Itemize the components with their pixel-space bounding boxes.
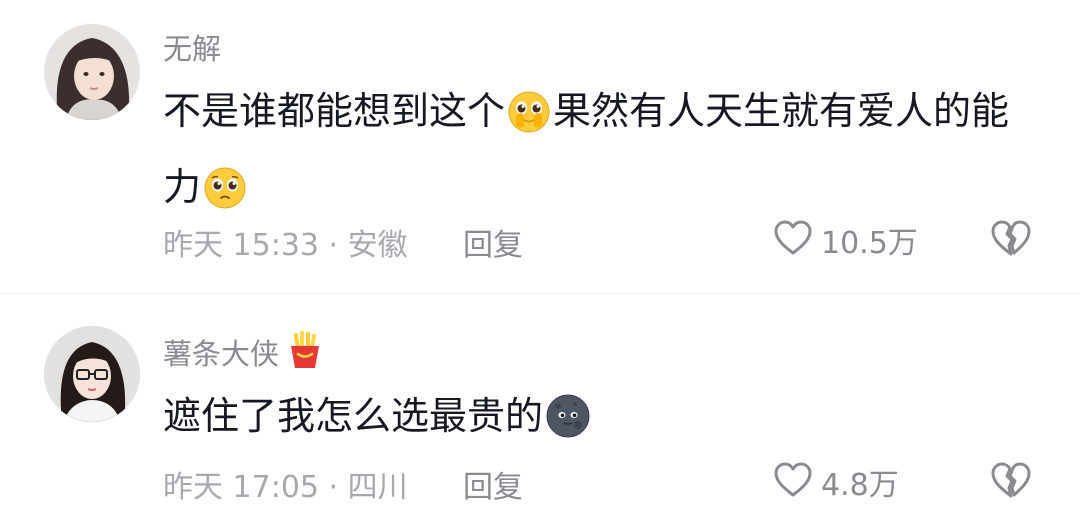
like-button[interactable]: 10.5万: [773, 218, 918, 262]
comment-text-part: 遮住了我怎么选最贵的: [163, 394, 544, 438]
dislike-button[interactable]: [990, 460, 1032, 504]
like-count: 4.8万: [821, 468, 899, 503]
username[interactable]: 无解: [163, 26, 221, 68]
pleading-cover-mouth-emoji: [507, 88, 551, 154]
divider: [0, 293, 1080, 294]
heart-icon: [773, 219, 813, 261]
avatar[interactable]: [44, 24, 140, 120]
reply-button[interactable]: 回复: [463, 220, 523, 264]
broken-heart-icon: [990, 220, 1032, 262]
comment-item: 薯条大侠 遮住了我怎么选最贵的 昨天 17:05 · 四川 回复 4.8万: [0, 300, 1080, 530]
comment-text: 遮住了我怎么选最贵的: [163, 383, 1043, 459]
username[interactable]: 薯条大侠: [163, 330, 325, 377]
dislike-button[interactable]: [990, 218, 1032, 262]
comment-time-location: 昨天 15:33 · 安徽: [163, 228, 408, 263]
comment-time-location: 昨天 17:05 · 四川: [163, 470, 408, 505]
avatar[interactable]: [44, 326, 140, 422]
reply-button[interactable]: 回复: [463, 462, 523, 506]
fries-icon: [285, 330, 325, 377]
comment-item: 无解 不是谁都能想到这个 果然有人天生就有爱人的能力 昨天 15:33 · 安徽…: [0, 0, 1080, 290]
username-text: 薯条大侠: [163, 337, 280, 371]
heart-icon: [773, 461, 813, 503]
comment-text-part: 不是谁都能想到这个: [163, 89, 506, 133]
like-button[interactable]: 4.8万: [773, 460, 899, 504]
comment-text: 不是谁都能想到这个 果然有人天生就有爱人的能力: [163, 78, 1043, 230]
broken-heart-icon: [990, 462, 1032, 504]
dark-moon-face-emoji: [545, 393, 591, 459]
like-count: 10.5万: [821, 226, 918, 261]
